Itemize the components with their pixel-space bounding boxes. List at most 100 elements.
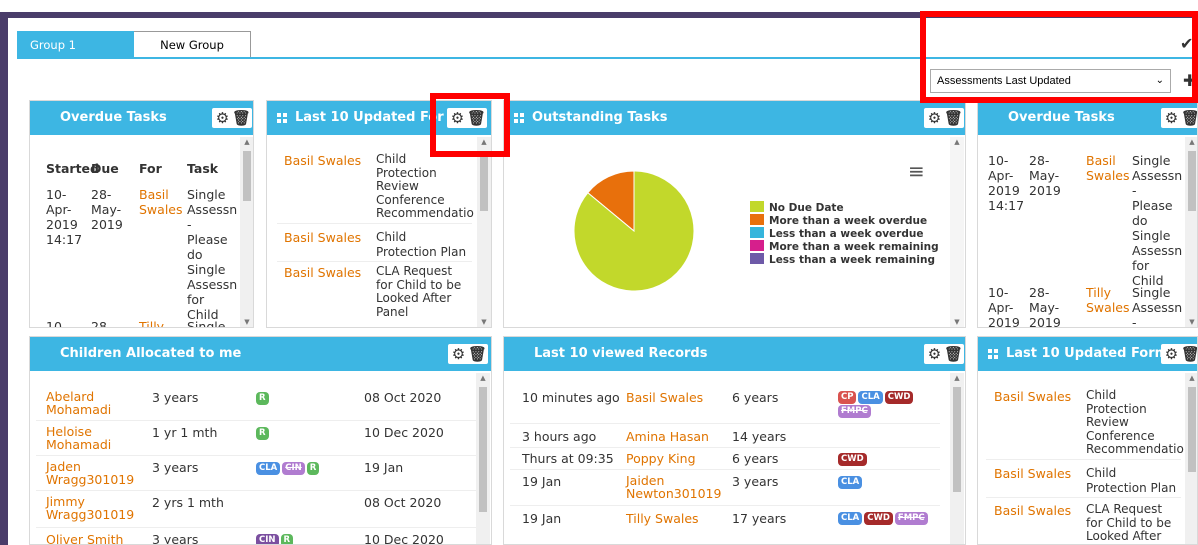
scroll-up-icon[interactable]: ▲ [477, 137, 491, 147]
scrollbar[interactable]: ▲ ▼ [950, 137, 964, 327]
legend-item[interactable]: No Due Date [750, 201, 939, 214]
chevron-down-icon: ⌄ [1155, 75, 1164, 86]
badge-r: R [256, 392, 269, 405]
gear-icon[interactable]: ⚙ [1163, 345, 1180, 363]
gear-icon[interactable]: ⚙ [926, 345, 943, 363]
scroll-thumb[interactable] [243, 151, 251, 201]
scroll-down-icon[interactable]: ▼ [477, 317, 491, 327]
legend-label: More than a week overdue [769, 215, 928, 227]
scroll-up-icon[interactable]: ▲ [240, 137, 253, 147]
trash-icon[interactable]: 🗑 [468, 345, 487, 363]
scrollbar[interactable]: ▲ [950, 373, 964, 544]
chart-menu-icon[interactable]: ≡ [908, 159, 925, 183]
panel-header: Overdue Tasks ⚙ 🗑 [978, 101, 1197, 135]
add-icon[interactable]: ✚ [1183, 71, 1196, 90]
legend-swatch [750, 253, 764, 264]
scrollbar[interactable]: ▲ ▼ [240, 137, 253, 327]
scrollbar[interactable]: ▲ ▼ [477, 137, 491, 327]
scroll-thumb[interactable] [1188, 151, 1196, 211]
viewed-name-link[interactable]: Poppy King [626, 451, 696, 466]
legend-label: Less than a week overdue [769, 228, 924, 240]
tab-new-group[interactable]: New Group [134, 31, 251, 57]
outstanding-pie-chart [573, 170, 695, 292]
viewed-when: 10 minutes ago [522, 390, 620, 405]
gear-icon[interactable]: ⚙ [214, 109, 231, 127]
scroll-down-icon[interactable]: ▼ [950, 317, 964, 327]
form-child-link[interactable]: Basil Swales [284, 230, 361, 245]
trash-icon[interactable]: 🗑 [232, 109, 251, 127]
panel-header: Last 10 Updated For ⚙ 🗑 [267, 101, 491, 135]
task-for-link[interactable]: Tilly Swales [1086, 285, 1130, 315]
form-child-link[interactable]: Basil Swales [994, 389, 1071, 404]
scroll-down-icon[interactable]: ▼ [1185, 317, 1197, 327]
legend-item[interactable]: Less than a week overdue [750, 227, 939, 240]
scroll-up-icon[interactable]: ▲ [950, 373, 964, 383]
panel-tools: ⚙ 🗑 [1161, 108, 1197, 128]
gear-icon[interactable]: ⚙ [450, 345, 467, 363]
scroll-thumb[interactable] [1188, 387, 1196, 472]
trash-icon[interactable]: 🗑 [1181, 345, 1197, 363]
child-age: 3 years [152, 390, 199, 405]
scroll-thumb[interactable] [953, 387, 961, 492]
child-date: 19 Jan [364, 460, 404, 475]
tab-underline [17, 57, 1198, 59]
child-name-link[interactable]: Abelard Mohamadi [46, 390, 111, 416]
gear-icon[interactable]: ⚙ [1163, 109, 1180, 127]
trash-icon[interactable]: 🗑 [944, 109, 963, 127]
child-name-link[interactable]: Heloise Mohamadi [46, 425, 111, 451]
last-10-forms-panel-2: Last 10 Updated Forms ⚙ 🗑 Basil Swales C… [977, 336, 1198, 545]
scroll-up-icon[interactable]: ▲ [950, 137, 964, 147]
panel-title: Overdue Tasks [60, 110, 167, 125]
child-name-link[interactable]: Jimmy Wragg301019 [46, 495, 134, 521]
form-child-link[interactable]: Basil Swales [994, 503, 1071, 518]
scroll-up-icon[interactable]: ▲ [1185, 373, 1197, 383]
task-for-link[interactable]: Tilly [139, 319, 164, 327]
form-name: Child Protection Plan [1086, 466, 1177, 495]
scrollbar[interactable]: ▲ [476, 373, 490, 544]
trash-icon[interactable]: 🗑 [467, 109, 486, 127]
legend-item[interactable]: Less than a week remaining [750, 253, 939, 266]
panel-tools: ⚙ 🗑 [1161, 344, 1197, 364]
gear-icon[interactable]: ⚙ [449, 109, 466, 127]
badge-r: R [306, 462, 320, 475]
tab-group-1[interactable]: Group 1 [17, 31, 134, 57]
scroll-up-icon[interactable]: ▲ [1185, 137, 1197, 147]
report-select[interactable]: Assessments Last Updated ⌄ [930, 69, 1171, 93]
viewed-age: 14 years [732, 429, 787, 444]
task-for-link[interactable]: Basil Swales [139, 187, 183, 217]
scroll-up-icon[interactable]: ▲ [476, 373, 490, 383]
child-date: 08 Oct 2020 [364, 390, 442, 405]
row-divider [36, 420, 476, 421]
child-age: 2 yrs 1 mth [152, 495, 224, 510]
legend-item[interactable]: More than a week remaining [750, 240, 939, 253]
scroll-thumb[interactable] [480, 151, 488, 211]
form-child-link[interactable]: Basil Swales [994, 466, 1071, 481]
panel-header: Last 10 Updated Forms ⚙ 🗑 [978, 337, 1197, 371]
form-child-link[interactable]: Basil Swales [284, 153, 361, 168]
scroll-thumb[interactable] [479, 387, 487, 512]
viewed-age: 6 years [732, 390, 779, 405]
viewed-age: 6 years [732, 451, 779, 466]
viewed-name-link[interactable]: Basil Swales [626, 390, 703, 405]
confirm-icon[interactable]: ✔ [1180, 34, 1193, 53]
gear-icon[interactable]: ⚙ [926, 109, 943, 127]
viewed-name-link[interactable]: Jaiden Newton301019 [626, 474, 721, 500]
trash-icon[interactable]: 🗑 [944, 345, 963, 363]
panel-title: Last 10 Updated For [295, 110, 444, 125]
scrollbar[interactable]: ▲ [1185, 373, 1197, 544]
badge-cla: CLA [256, 462, 281, 475]
legend-item[interactable]: More than a week overdue [750, 214, 939, 227]
child-name-link[interactable]: Oliver Smith [46, 532, 123, 544]
viewed-name-link[interactable]: Tilly Swales [626, 511, 699, 526]
viewed-name-link[interactable]: Amina Hasan [626, 429, 709, 444]
child-date: 08 Oct 2020 [364, 495, 442, 510]
child-name-link[interactable]: Jaden Wragg301019 [46, 460, 134, 486]
scrollbar[interactable]: ▲ ▼ [1185, 137, 1197, 327]
form-child-link[interactable]: Basil Swales [284, 265, 361, 280]
scroll-down-icon[interactable]: ▼ [240, 317, 253, 327]
badge-fmpc: FMPC [838, 405, 871, 418]
task-for-link[interactable]: Basil Swales [1086, 153, 1130, 183]
panel-tools: ⚙ 🗑 [212, 108, 252, 128]
trash-icon[interactable]: 🗑 [1181, 109, 1197, 127]
chart-legend: No Due Date More than a week overdue Less … [750, 201, 939, 266]
